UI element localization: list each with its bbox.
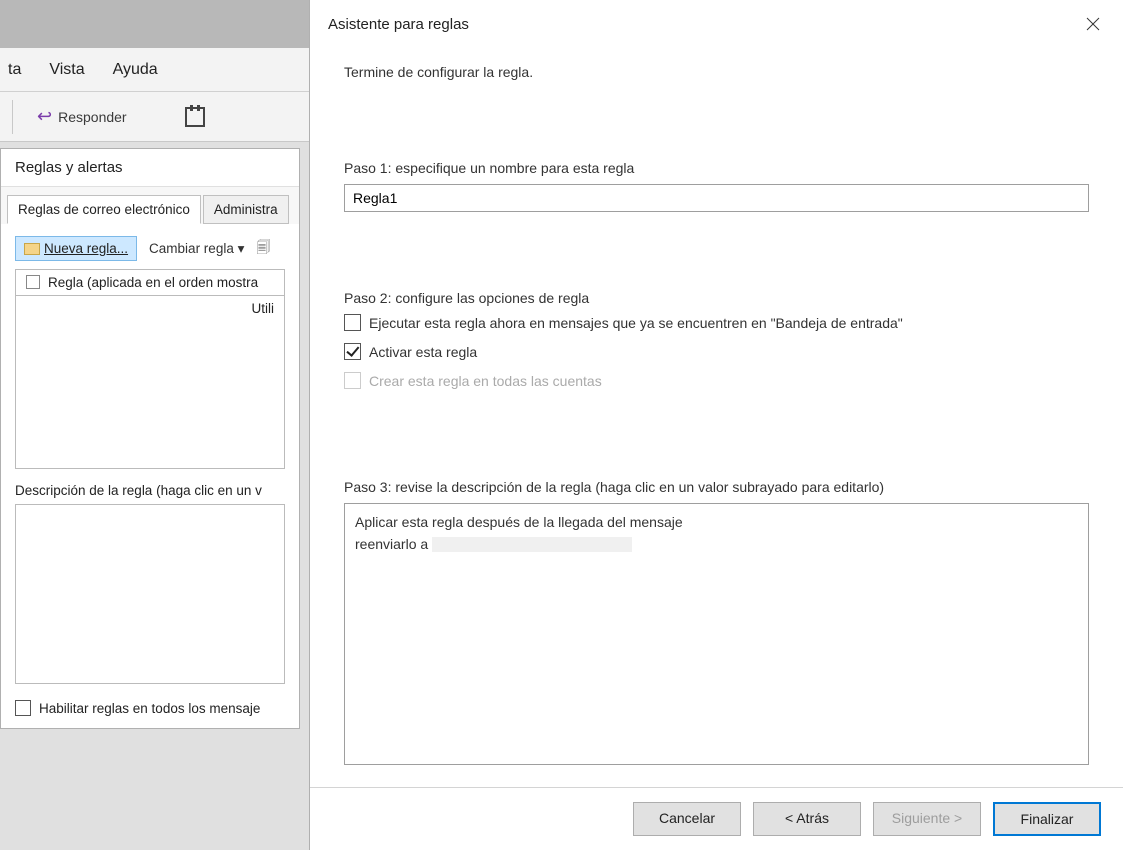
reply-label: Responder [58,109,127,125]
all-accounts-checkbox [344,372,361,389]
ribbon-tab-ayuda[interactable]: Ayuda [113,61,158,79]
activate-rule-checkbox-row[interactable]: Activar esta regla [344,343,1089,360]
all-accounts-checkbox-row: Crear esta regla en todas las cuentas [344,372,1089,389]
step1-label: Paso 1: especifique un nombre para esta … [344,160,1089,176]
desc-line1: Aplicar esta regla después de la llegada… [355,512,1078,534]
wizard-content: Termine de configurar la regla. Paso 1: … [310,44,1123,787]
tab-email-rules[interactable]: Reglas de correo electrónico [7,195,201,224]
rule-description-preview[interactable]: Aplicar esta regla después de la llegada… [344,503,1089,765]
rule-description-label: Descripción de la regla (haga clic en un… [15,483,285,498]
activate-rule-label: Activar esta regla [369,344,477,360]
activate-rule-checkbox[interactable] [344,343,361,360]
rules-tabs: Reglas de correo electrónico Administra [1,187,299,224]
folder-icon [24,243,40,255]
wizard-titlebar: Asistente para reglas [310,0,1123,44]
enable-checkbox[interactable] [15,700,31,716]
close-icon [1086,17,1100,31]
rules-list: Regla (aplicada en el orden mostra Utili [15,269,285,469]
step3-label: Paso 3: revise la descripción de la regl… [344,479,1089,495]
wizard-footer: Cancelar < Atrás Siguiente > Finalizar [310,787,1123,850]
cancel-button[interactable]: Cancelar [633,802,741,836]
run-now-checkbox[interactable] [344,314,361,331]
rules-list-body: Utili [16,296,284,321]
rule-description-box [15,504,285,684]
wizard-intro: Termine de configurar la regla. [344,64,1089,80]
run-now-label: Ejecutar esta regla ahora en mensajes qu… [369,315,903,331]
rules-wizard-dialog: Asistente para reglas Termine de configu… [309,0,1123,850]
header-checkbox[interactable] [26,275,40,289]
ribbon-tab-ta[interactable]: ta [8,61,21,79]
new-rule-button[interactable]: Nueva regla... [15,236,137,261]
next-button: Siguiente > [873,802,981,836]
new-rule-label: Nueva regla... [44,241,128,256]
rules-body: Nueva regla... Cambiar regla ▾ 🗐 Regla (… [1,224,299,728]
back-button[interactable]: < Atrás [753,802,861,836]
enable-rules-row[interactable]: Habilitar reglas en todos los mensaje [15,700,285,716]
enable-label: Habilitar reglas en todos los mensaje [39,701,260,716]
change-rule-dropdown[interactable]: Cambiar regla ▾ [143,237,250,261]
redacted-recipient[interactable] [432,537,632,552]
all-accounts-label: Crear esta regla en todas las cuentas [369,373,602,389]
chevron-down-icon: ▾ [234,241,245,256]
ribbon-tab-vista[interactable]: Vista [49,61,84,79]
rules-list-header: Regla (aplicada en el orden mostra [16,270,284,296]
rules-and-alerts-dialog: Reglas y alertas Reglas de correo electr… [0,148,300,729]
close-button[interactable] [1079,10,1107,38]
calendar-icon[interactable] [185,107,205,127]
tab-admin[interactable]: Administra [203,195,289,224]
copy-icon[interactable]: 🗐 [256,237,270,261]
wizard-title: Asistente para reglas [328,16,469,33]
desc-line2: reenviarlo a [355,534,1078,556]
step2-label: Paso 2: configure las opciones de regla [344,290,1089,306]
list-header-text: Regla (aplicada en el orden mostra [48,275,258,290]
reply-button[interactable]: ↩ Responder [29,102,135,131]
finish-button[interactable]: Finalizar [993,802,1101,836]
toolbar-separator [12,100,13,134]
reply-arrow-icon: ↩ [37,106,52,127]
rules-action-bar: Nueva regla... Cambiar regla ▾ 🗐 [15,236,285,261]
rule-name-input[interactable] [344,184,1089,212]
rules-dialog-title: Reglas y alertas [1,149,299,187]
run-now-checkbox-row[interactable]: Ejecutar esta regla ahora en mensajes qu… [344,314,1089,331]
